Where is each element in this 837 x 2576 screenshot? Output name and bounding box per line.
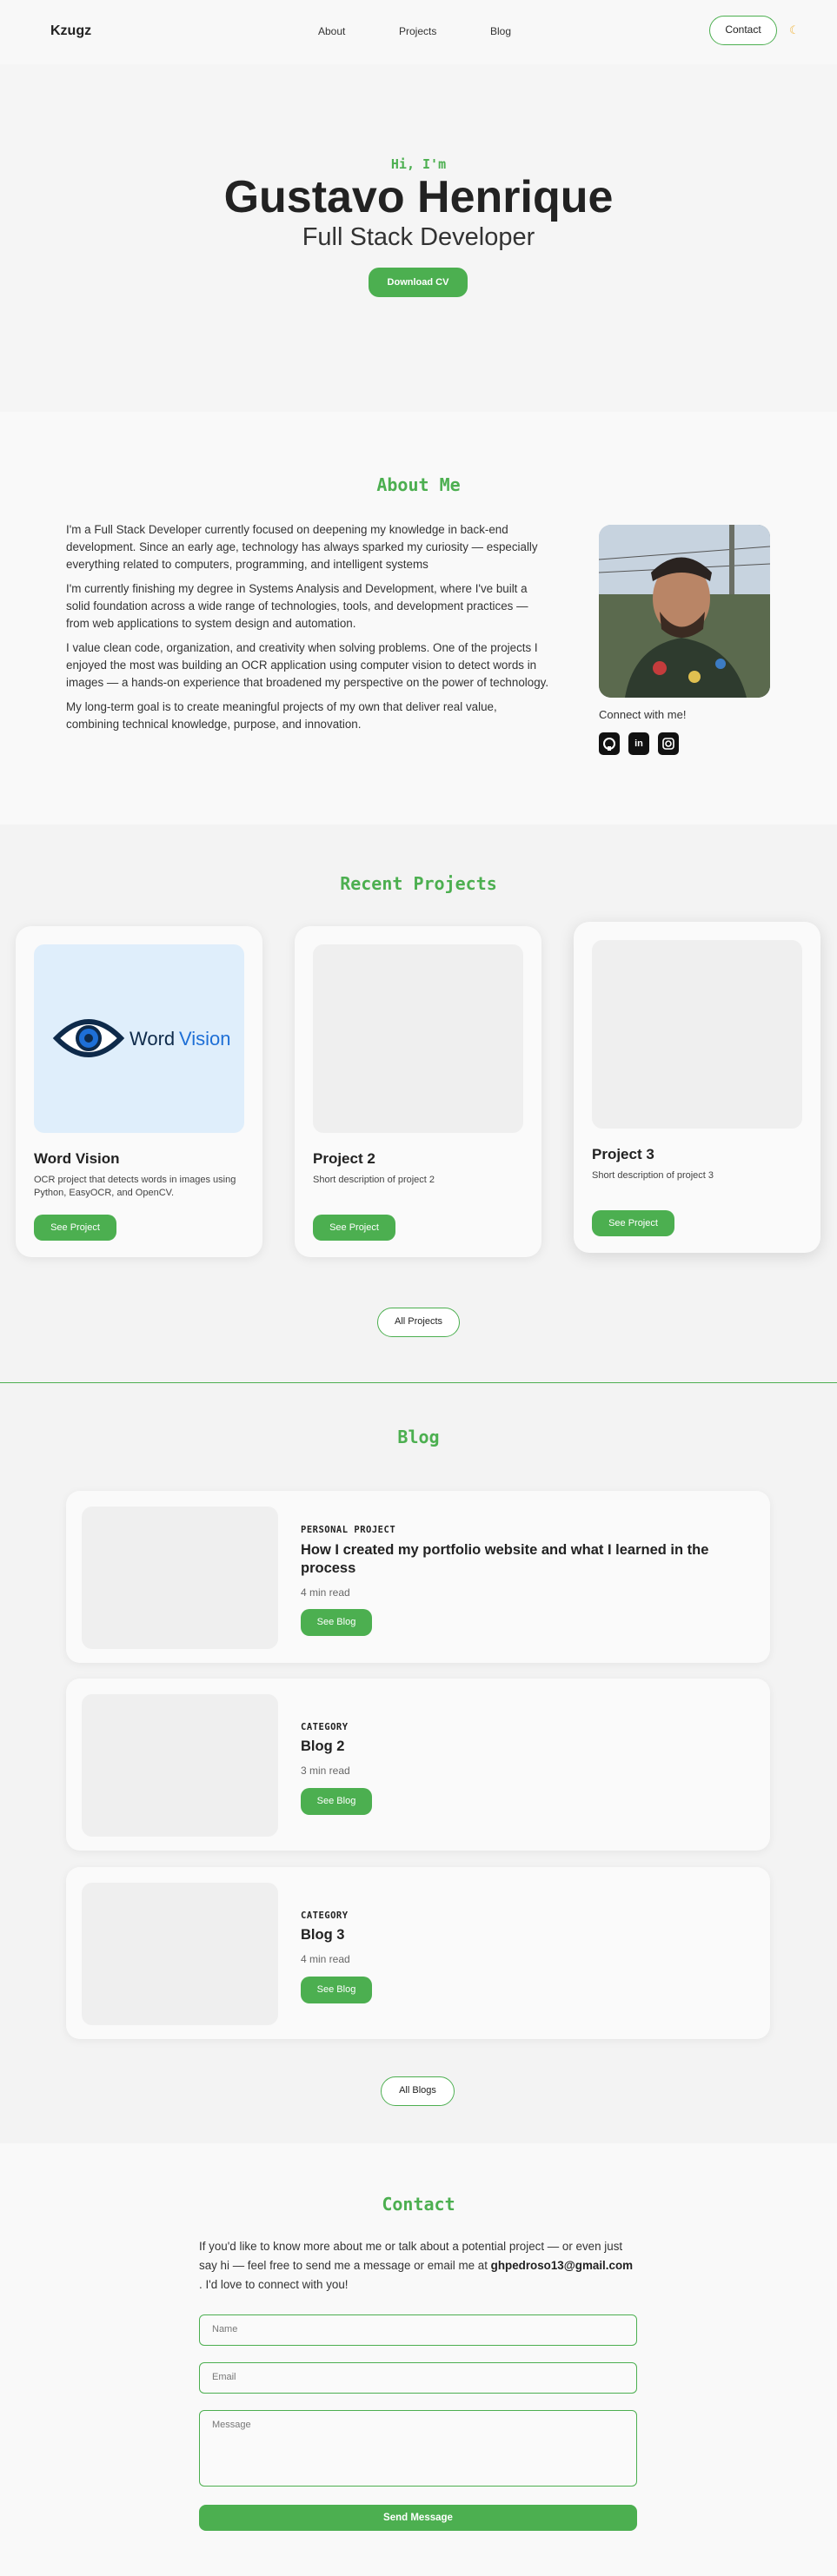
project-description: OCR project that detects words in images… xyxy=(34,1175,236,1198)
contact-section: Contact If you'd like to know more about… xyxy=(0,2143,837,2576)
github-icon[interactable] xyxy=(599,732,620,755)
about-paragraph: I value clean code, organization, and cr… xyxy=(66,641,549,689)
nav-link-blog[interactable]: Blog xyxy=(490,25,511,37)
nav-contact-button[interactable]: Contact xyxy=(709,16,777,45)
all-blogs-button[interactable]: All Blogs xyxy=(381,2076,455,2106)
blog-post-title: How I created my portfolio website and w… xyxy=(301,1542,709,1576)
instagram-icon[interactable] xyxy=(658,732,679,755)
message-field[interactable]: Message xyxy=(199,2410,637,2487)
hero-greeting: Hi, I'm xyxy=(390,156,447,172)
project-image: Word Vision xyxy=(34,944,244,1133)
blog-category: CATEGORY xyxy=(301,1722,349,1732)
see-blog-button[interactable]: See Blog xyxy=(301,1609,372,1636)
project-card: Project 3 Short description of project 3… xyxy=(574,922,820,1253)
nav-link-about[interactable]: About xyxy=(318,25,345,37)
nav-link-projects[interactable]: Projects xyxy=(399,25,436,37)
about-text: I'm a Full Stack Developer currently foc… xyxy=(66,521,553,740)
moon-icon[interactable]: ☾ xyxy=(789,23,800,37)
about-title: About Me xyxy=(376,474,461,495)
project-image xyxy=(313,944,523,1133)
email-field[interactable]: Email xyxy=(199,2362,637,2394)
contact-email-link[interactable]: ghpedroso13@gmail.com xyxy=(491,2259,633,2272)
site-logo[interactable]: Kzugz xyxy=(50,23,91,39)
all-projects-button[interactable]: All Projects xyxy=(377,1308,460,1337)
projects-title: Recent Projects xyxy=(340,873,497,894)
contact-text-outro: . I'd love to connect with you! xyxy=(199,2278,349,2291)
send-message-button[interactable]: Send Message xyxy=(199,2505,637,2531)
logo-word: Word xyxy=(130,1028,175,1050)
blog-post-title: Blog 3 xyxy=(301,1927,345,1943)
blog-read-time: 4 min read xyxy=(301,1953,350,1965)
name-field[interactable]: Name xyxy=(199,2314,637,2346)
top-nav: Kzugz About Projects Blog Contact ☾ xyxy=(0,0,837,64)
connect-label: Connect with me! xyxy=(599,708,687,721)
profile-photo-illustration xyxy=(599,525,770,698)
hero-section: Hi, I'm Gustavo Henrique Full Stack Deve… xyxy=(0,64,837,412)
download-cv-button[interactable]: Download CV xyxy=(369,268,468,297)
about-section: About Me I'm a Full Stack Developer curr… xyxy=(0,412,837,824)
project-description: Short description of project 3 xyxy=(592,1170,714,1181)
blog-read-time: 3 min read xyxy=(301,1765,350,1777)
contact-text: If you'd like to know more about me or t… xyxy=(199,2237,634,2295)
see-blog-button[interactable]: See Blog xyxy=(301,1977,372,2003)
blog-image xyxy=(82,1694,278,1837)
project-title: Project 2 xyxy=(313,1150,375,1167)
blog-card: CATEGORY Blog 3 4 min read See Blog xyxy=(66,1867,770,2039)
profile-photo xyxy=(599,525,770,698)
see-project-button[interactable]: See Project xyxy=(592,1210,674,1236)
see-project-button[interactable]: See Project xyxy=(34,1215,116,1241)
projects-section: Recent Projects Word Vision Word Vision … xyxy=(0,824,837,1383)
blog-read-time: 4 min read xyxy=(301,1586,350,1599)
see-project-button[interactable]: See Project xyxy=(313,1215,395,1241)
blog-post-title: Blog 2 xyxy=(301,1738,345,1754)
blog-image xyxy=(82,1883,278,2025)
hero-name: Gustavo Henrique xyxy=(223,172,614,222)
blog-category: CATEGORY xyxy=(301,1910,349,1921)
blog-category: PERSONAL PROJECT xyxy=(301,1525,396,1535)
contact-title: Contact xyxy=(382,2194,455,2215)
project-title: Word Vision xyxy=(34,1150,120,1167)
blog-section: Blog PERSONAL PROJECT How I created my p… xyxy=(0,1383,837,2143)
about-paragraph: I'm a Full Stack Developer currently foc… xyxy=(66,523,538,571)
blog-title: Blog xyxy=(397,1427,440,1447)
blog-card: PERSONAL PROJECT How I created my portfo… xyxy=(66,1491,770,1663)
about-paragraph: I'm currently finishing my degree in Sys… xyxy=(66,582,528,630)
project-image xyxy=(592,940,802,1129)
see-blog-button[interactable]: See Blog xyxy=(301,1788,372,1815)
project-description: Short description of project 2 xyxy=(313,1175,435,1185)
project-title: Project 3 xyxy=(592,1146,654,1162)
project-card: Project 2 Short description of project 2… xyxy=(295,926,541,1257)
project-card: Word Vision Word Vision OCR project that… xyxy=(16,926,262,1257)
blog-card: CATEGORY Blog 2 3 min read See Blog xyxy=(66,1679,770,1851)
logo-vision: Vision xyxy=(179,1028,231,1050)
blog-image xyxy=(82,1507,278,1649)
hero-role: Full Stack Developer xyxy=(302,223,535,251)
linkedin-icon[interactable]: in xyxy=(628,732,649,755)
about-paragraph: My long-term goal is to create meaningfu… xyxy=(66,700,497,731)
word-vision-logo: Word Vision xyxy=(52,1019,231,1057)
